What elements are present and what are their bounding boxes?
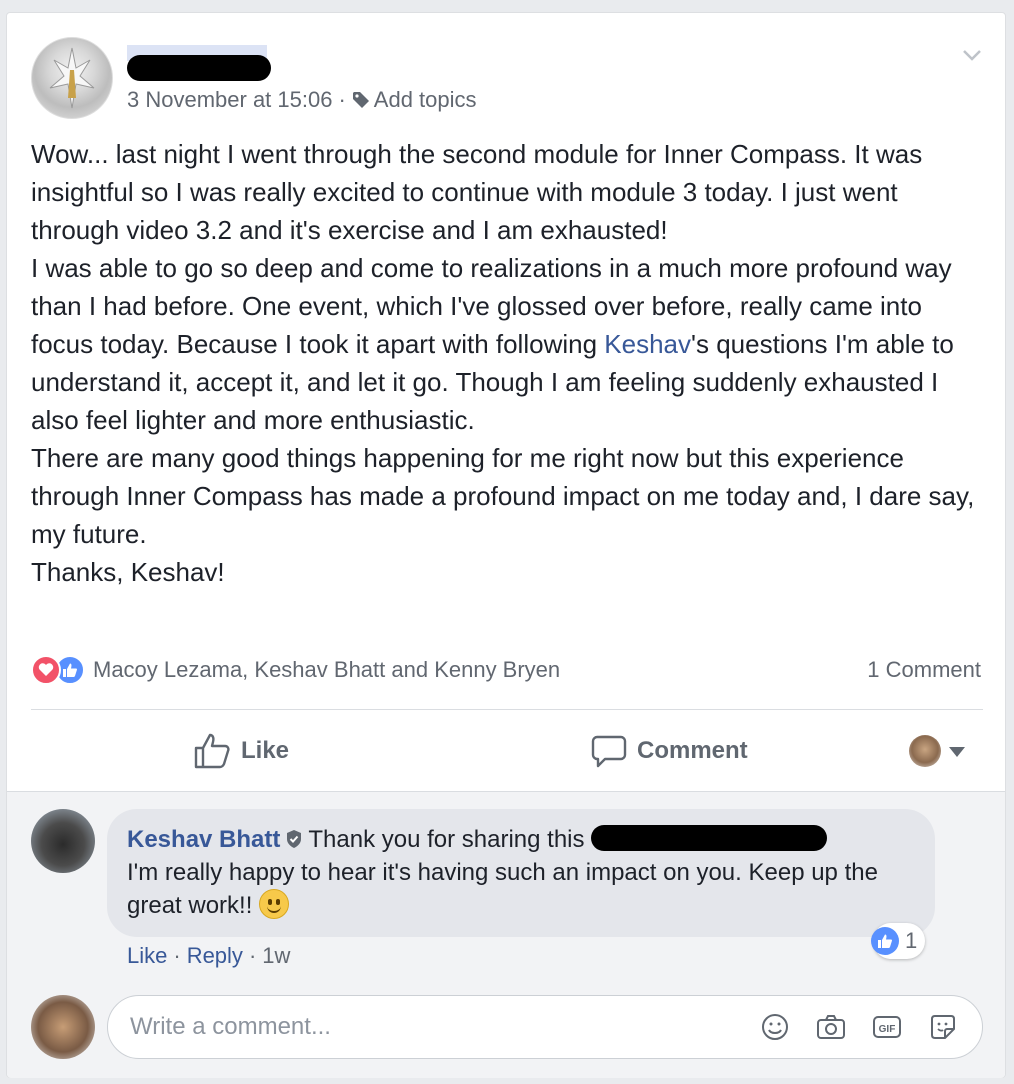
- post-card: 3 November at 15:06 · Add topics Wow... la…: [6, 12, 1006, 1078]
- gif-icon[interactable]: GIF: [871, 1011, 903, 1043]
- comment-text-start: Thank you for sharing this: [308, 826, 585, 853]
- like-label: Like: [241, 737, 290, 764]
- comment-age[interactable]: 1w: [262, 943, 290, 968]
- comment-bubble: Keshav Bhatt Thank you for sharing this I…: [107, 809, 935, 937]
- tag-icon: [352, 92, 369, 108]
- comment-author-link[interactable]: Keshav Bhatt: [127, 826, 280, 853]
- love-reaction-icon: [31, 655, 61, 685]
- comment-count-link[interactable]: 1 Comment: [867, 657, 981, 683]
- comment-like-count: 1: [905, 928, 918, 953]
- post-paragraph: Thanks, Keshav!: [31, 557, 225, 587]
- emoji-icon[interactable]: [759, 1011, 791, 1043]
- redacted-author-name[interactable]: [127, 55, 271, 81]
- viewer-avatar[interactable]: [909, 735, 941, 767]
- post-paragraph: Wow... last night I went through the sec…: [31, 139, 923, 245]
- caret-down-icon[interactable]: [949, 747, 965, 757]
- sticker-icon[interactable]: [927, 1011, 959, 1043]
- action-separator: ·: [248, 943, 257, 968]
- smiley-emoji-icon: [259, 889, 290, 919]
- comment-bubble-icon: [591, 735, 627, 768]
- comment-text-body: I'm really happy to hear it's having suc…: [127, 859, 878, 919]
- comment-button[interactable]: Comment: [591, 729, 748, 773]
- reactions-summary[interactable]: Macoy Lezama, Keshav Bhatt and Kenny Bry…: [31, 653, 560, 687]
- like-button[interactable]: Like: [193, 729, 289, 773]
- divider: [31, 709, 983, 710]
- comment-actions: Like · Reply · 1w: [127, 943, 290, 969]
- add-topics-label: Add topics: [373, 87, 477, 112]
- comment-reply-link[interactable]: Reply: [187, 943, 243, 968]
- post-body: Wow... last night I went through the sec…: [31, 135, 991, 591]
- author-avatar[interactable]: [31, 37, 113, 119]
- action-separator: ·: [173, 943, 181, 968]
- comment-label: Comment: [637, 737, 748, 764]
- chevron-down-icon[interactable]: [960, 43, 984, 67]
- thumbs-up-icon: [194, 733, 230, 769]
- like-reaction-icon: [871, 927, 899, 955]
- redacted-mention[interactable]: [591, 825, 828, 851]
- post-paragraph: There are many good things happening for…: [31, 443, 975, 549]
- comment-like-link[interactable]: Like: [127, 943, 167, 968]
- svg-text:GIF: GIF: [879, 1024, 896, 1035]
- mention-link[interactable]: Keshav: [604, 329, 691, 359]
- add-topics-link[interactable]: Add topics: [352, 87, 477, 112]
- post-meta: 3 November at 15:06 · Add topics: [127, 87, 477, 113]
- camera-icon[interactable]: [815, 1011, 847, 1043]
- reaction-names: Macoy Lezama, Keshav Bhatt and Kenny Bry…: [93, 657, 561, 682]
- post-paragraph: I was able to go so deep and come to rea…: [31, 249, 991, 439]
- commenter-avatar[interactable]: [31, 809, 95, 873]
- current-user-avatar[interactable]: [31, 995, 95, 1059]
- verified-badge-icon: [287, 830, 302, 848]
- post-timestamp[interactable]: 3 November at 15:06: [127, 87, 332, 112]
- comment-input[interactable]: [107, 995, 983, 1059]
- meta-separator: ·: [338, 87, 346, 112]
- comment-like-badge[interactable]: 1: [871, 923, 926, 959]
